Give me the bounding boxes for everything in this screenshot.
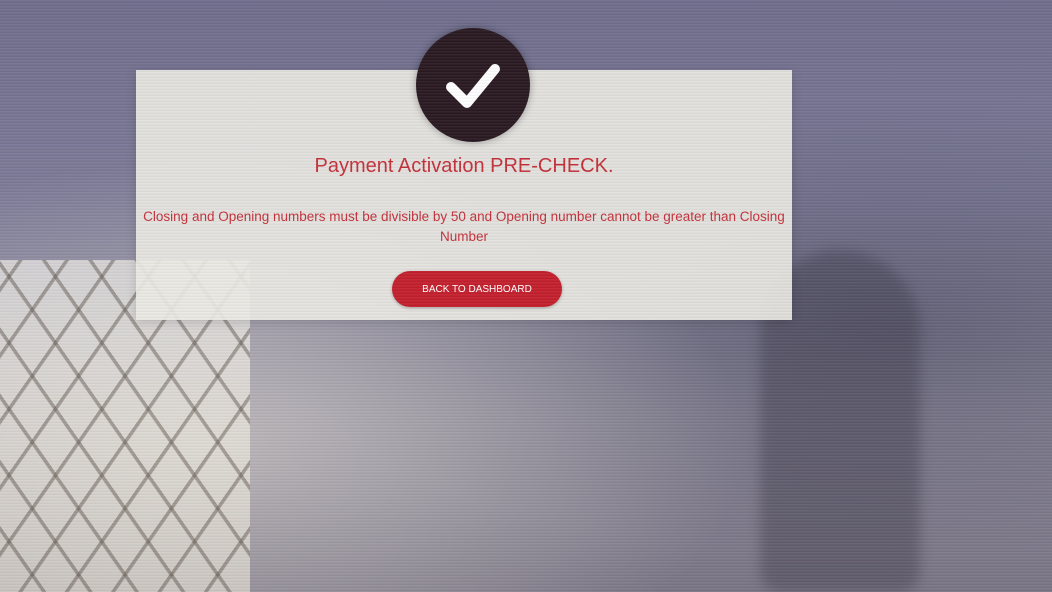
checkmark-icon bbox=[416, 28, 530, 142]
dialog-message: Closing and Opening numbers must be divi… bbox=[143, 209, 785, 244]
dialog-title: Payment Activation PRE-CHECK. bbox=[314, 155, 614, 177]
checkmark-glyph bbox=[446, 64, 500, 108]
back-to-dashboard-button[interactable]: BACK TO DASHBOARD bbox=[392, 271, 562, 307]
